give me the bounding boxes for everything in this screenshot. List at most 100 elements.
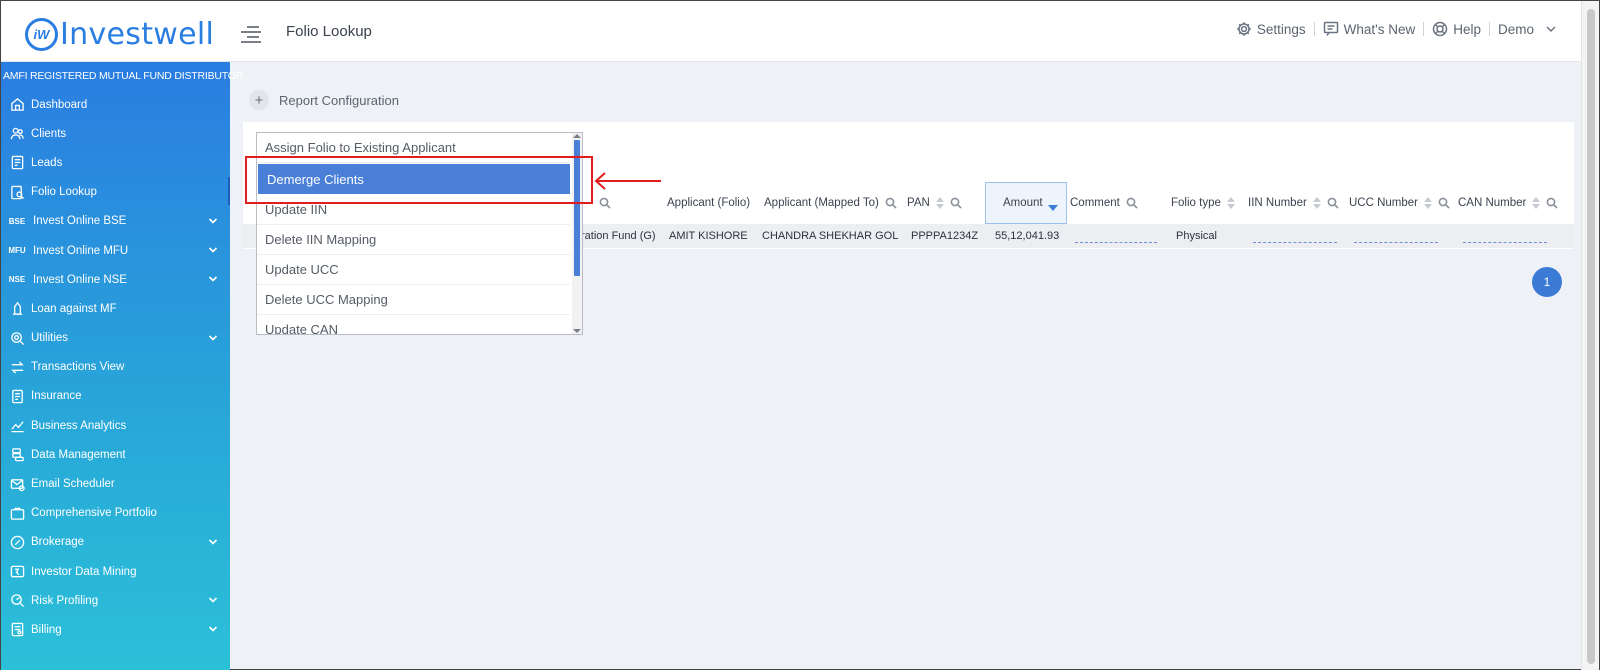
chevron-down-icon[interactable]	[208, 595, 218, 608]
investwell-logo[interactable]: iW Investwell	[25, 16, 215, 52]
comment-input[interactable]	[1075, 242, 1157, 243]
settings-link[interactable]: Settings	[1228, 21, 1314, 37]
sidebar-item-folio-lookup[interactable]: Folio Lookup	[1, 178, 230, 207]
sidebar-item-email-scheduler[interactable]: Email Scheduler	[1, 469, 230, 498]
dropdown-option-delete-ucc-mapping[interactable]: Delete UCC Mapping	[257, 285, 570, 315]
search-icon[interactable]	[1438, 197, 1450, 209]
menu-toggle-icon[interactable]	[241, 26, 261, 43]
sidebar-item-label: Email Scheduler	[31, 478, 115, 491]
search-icon[interactable]	[950, 197, 962, 209]
sidebar-item-label: Brokerage	[31, 536, 85, 549]
sidebar-item-invest-online-mfu[interactable]: MFU Invest Online MFU	[1, 236, 230, 265]
cell-applicant-folio: AMIT KISHORE	[669, 230, 748, 242]
col-label: UCC Number	[1349, 197, 1419, 209]
sidebar-item-invest-online-bse[interactable]: BSE Invest Online BSE	[1, 207, 230, 236]
col-amount[interactable]: Amount	[1003, 182, 1043, 224]
sort-icon[interactable]	[1532, 197, 1541, 209]
chevron-down-icon[interactable]	[208, 624, 218, 637]
scroll-down-icon[interactable]	[573, 329, 581, 333]
sidebar: AMFI REGISTERED MUTUAL FUND DISTRIBUTOR …	[1, 62, 243, 670]
chevron-down-icon[interactable]	[208, 333, 218, 346]
sidebar-item-data-management[interactable]: Data Management	[1, 440, 230, 469]
search-icon[interactable]	[885, 197, 897, 209]
nse-icon: NSE	[8, 275, 26, 285]
cell-folio-type: Physical	[1176, 230, 1217, 242]
insurance-icon	[9, 388, 25, 404]
gear-icon	[1237, 22, 1251, 36]
plus-icon: +	[249, 90, 269, 110]
sidebar-item-label: Folio Lookup	[31, 186, 97, 199]
sidebar-item-invest-online-nse[interactable]: NSE Invest Online NSE	[1, 265, 230, 294]
col-comment[interactable]: Comment	[1070, 182, 1138, 224]
page-scrollbar[interactable]	[1581, 1, 1599, 670]
sidebar-item-dashboard[interactable]: Dashboard	[1, 90, 230, 119]
search-icon[interactable]	[1126, 197, 1138, 209]
sidebar-item-brokerage[interactable]: Brokerage	[1, 528, 230, 557]
col-iin[interactable]: IIN Number	[1248, 182, 1339, 224]
folio-icon	[9, 184, 25, 200]
chevron-down-icon[interactable]	[208, 274, 218, 287]
search-icon[interactable]	[1327, 197, 1339, 209]
col-label: Applicant (Mapped To)	[764, 197, 879, 209]
report-configuration-toggle[interactable]: + Report Configuration	[249, 90, 399, 110]
pagination-page-button[interactable]: 1	[1532, 267, 1562, 297]
mining-icon	[9, 564, 25, 580]
search-icon[interactable]	[1546, 197, 1558, 209]
lifebuoy-icon	[1432, 21, 1448, 37]
sort-icon[interactable]	[935, 197, 944, 209]
col-label: IIN Number	[1248, 197, 1307, 209]
sidebar-item-label: Invest Online NSE	[33, 273, 127, 286]
logo-text: Investwell	[60, 16, 215, 52]
sidebar-item-clients[interactable]: Clients	[1, 119, 230, 148]
mfu-icon: MFU	[8, 246, 26, 256]
users-icon	[9, 126, 25, 142]
col-folio-type[interactable]: Folio type	[1171, 182, 1235, 224]
sidebar-item-risk-profiling[interactable]: Risk Profiling	[1, 586, 230, 615]
col-pan[interactable]: PAN	[907, 182, 962, 224]
col-label: Applicant (Folio)	[667, 197, 751, 209]
sort-icon[interactable]	[1424, 197, 1433, 209]
cell-pan: PPPPA1234Z	[911, 230, 979, 242]
ucc-input[interactable]	[1354, 242, 1438, 243]
sidebar-item-investor-data-mining[interactable]: Investor Data Mining	[1, 557, 230, 586]
sidebar-item-utilities[interactable]: Utilities	[1, 324, 230, 353]
search-icon[interactable]	[599, 197, 611, 209]
sidebar-item-transactions-view[interactable]: Transactions View	[1, 353, 230, 382]
sidebar-item-loan-against-mf[interactable]: Loan against MF	[1, 294, 230, 323]
sort-icon[interactable]	[1312, 197, 1321, 209]
chevron-down-icon[interactable]	[208, 537, 218, 550]
help-label: Help	[1453, 21, 1481, 37]
sidebar-item-leads[interactable]: Leads	[1, 148, 230, 177]
col-label: Comment	[1070, 197, 1120, 209]
brokerage-icon	[9, 534, 25, 550]
sidebar-item-comprehensive-portfolio[interactable]: Comprehensive Portfolio	[1, 499, 230, 528]
whats-new-link[interactable]: What's New	[1315, 21, 1424, 37]
sidebar-item-insurance[interactable]: Insurance	[1, 382, 230, 411]
sidebar-item-label: Dashboard	[31, 98, 88, 111]
col-can[interactable]: CAN Number	[1458, 182, 1558, 224]
chevron-down-icon[interactable]	[208, 216, 218, 229]
chevron-down-icon[interactable]	[208, 245, 218, 258]
col-applicant-folio[interactable]: Applicant (Folio)	[667, 182, 750, 224]
annotation-highlight-box	[245, 156, 593, 204]
dropdown-option-update-can[interactable]: Update CAN	[257, 315, 570, 334]
sidebar-item-label: Loan against MF	[31, 302, 117, 315]
sidebar-item-business-analytics[interactable]: Business Analytics	[1, 411, 230, 440]
scroll-up-icon[interactable]	[573, 134, 581, 138]
user-name: Demo	[1497, 21, 1534, 37]
col-applicant-mapped[interactable]: Applicant (Mapped To)	[764, 182, 897, 224]
can-input[interactable]	[1463, 242, 1547, 243]
sort-icon[interactable]	[1226, 197, 1235, 209]
user-menu[interactable]: Demo	[1490, 22, 1565, 37]
help-link[interactable]: Help	[1424, 21, 1489, 37]
chevron-down-icon	[1546, 26, 1556, 33]
loan-icon	[9, 301, 25, 317]
cell-amount: 55,12,041.93	[995, 230, 1060, 242]
transactions-icon	[9, 359, 25, 375]
dropdown-option-update-ucc[interactable]: Update UCC	[257, 255, 570, 285]
sidebar-item-billing[interactable]: Billing	[1, 615, 230, 644]
col-ucc[interactable]: UCC Number	[1349, 182, 1450, 224]
iin-input[interactable]	[1253, 242, 1337, 243]
dropdown-option-delete-iin-mapping[interactable]: Delete IIN Mapping	[257, 225, 570, 255]
sidebar-item-label: Billing	[31, 623, 62, 636]
